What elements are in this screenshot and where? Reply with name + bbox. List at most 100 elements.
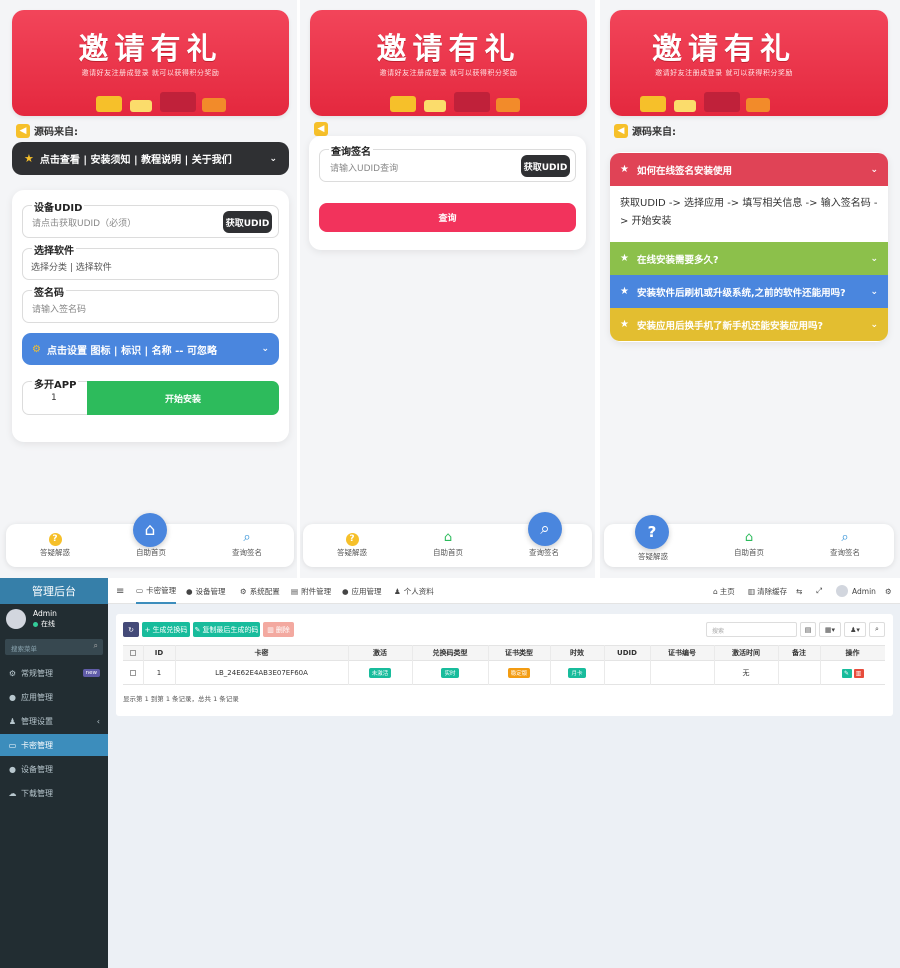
generate-code-button[interactable]: + 生成兑换码 xyxy=(142,622,190,637)
user-name: Admin xyxy=(33,609,57,618)
col-card[interactable]: 卡密 xyxy=(175,645,348,661)
get-udid-button[interactable]: 获取UDID xyxy=(223,211,272,233)
menu-item-downloads[interactable]: ☁ 下载管理 xyxy=(0,782,108,804)
multi-app-input[interactable]: 1 xyxy=(51,393,57,403)
row-checkbox[interactable] xyxy=(123,661,143,685)
menu-item-admin-settings[interactable]: ♟ 管理设置 ‹ xyxy=(0,710,108,732)
info-menu-bar[interactable]: ★ 点击查看 | 安装须知 | 教程说明 | 关于我们 ⌄ xyxy=(12,142,289,175)
tab-attachments[interactable]: ▤ 附件管理 xyxy=(291,578,331,604)
hamburger-icon[interactable]: ≡ xyxy=(116,578,124,604)
col-actions: 操作 xyxy=(845,649,860,657)
column-divider xyxy=(650,645,651,685)
menu-label: 管理设置 xyxy=(21,716,53,726)
top-nav: ≡ ▭ 卡密管理 ● 设备管理 ⚙ 系统配置 ▤ 附件管理 ● 应用管理 ♟ 个… xyxy=(108,578,900,604)
avatar xyxy=(836,585,848,597)
tab-apps[interactable]: ● 应用管理 xyxy=(342,578,382,604)
menu-item-devices[interactable]: ● 设备管理 xyxy=(0,758,108,780)
copy-last-code-button[interactable]: ✎ 复制最后生成的码 xyxy=(193,622,260,637)
tab-devices[interactable]: ● 设备管理 xyxy=(186,578,226,604)
fullscreen-icon[interactable]: ⤢ xyxy=(816,578,822,604)
home-icon: ⌂ xyxy=(744,530,754,545)
gift-box xyxy=(202,98,226,112)
faq-item-3[interactable]: ★ 安装软件后刷机或升级系统,之前的软件还能用吗? ⌄ xyxy=(610,275,888,308)
query-button[interactable]: 查询 xyxy=(319,203,576,232)
col-cert-type[interactable]: 证书类型 xyxy=(488,645,550,661)
menu-item-cards[interactable]: ▭ 卡密管理 xyxy=(0,734,108,756)
faq-item-1[interactable]: ★ 如何在线签名安装使用 ⌄ xyxy=(610,153,888,186)
advanced-settings-bar[interactable]: ⚙ 点击设置 图标 | 标识 | 名称 -- 可忽略 ⌄ xyxy=(22,333,279,365)
tab-home-label: 自助首页 xyxy=(136,548,166,557)
faq-item-2[interactable]: ★ 在线安装需要多久? ⌄ xyxy=(610,242,888,275)
search-toggle-button[interactable]: ⌕ xyxy=(869,622,885,637)
home-link[interactable]: ⌂ 主页 xyxy=(713,578,735,604)
tab-label: 设备管理 xyxy=(195,586,226,596)
faq-item-4[interactable]: ★ 安装应用后换手机了新手机还能安装应用吗? ⌄ xyxy=(610,308,888,341)
refresh-button[interactable]: ↻ xyxy=(123,622,139,637)
coin-stack xyxy=(424,100,446,112)
menu-label: 下载管理 xyxy=(21,788,53,798)
speaker-icon: ◀ xyxy=(614,123,628,138)
source-row: ◀ 源码来自: xyxy=(614,123,676,138)
gift-box xyxy=(704,92,740,112)
query-label: 查询签名 xyxy=(329,143,373,158)
cell-actions: ✎ ▥ xyxy=(820,661,885,685)
invite-banner[interactable]: 邀请有礼 邀请好友注册成登录 就可以获得积分奖励 xyxy=(610,10,888,116)
cogs-icon: ⚙ xyxy=(8,668,17,678)
home-icon: ⌂ xyxy=(443,530,453,545)
menu-item-general[interactable]: ⚙ 常规管理 new xyxy=(0,662,108,684)
col-note[interactable]: 备注 xyxy=(778,645,820,661)
col-udid[interactable]: UDID xyxy=(604,645,650,661)
user-menu[interactable]: Admin xyxy=(836,578,876,604)
gift-box xyxy=(746,98,770,112)
tab-home[interactable]: ⌂ 自助首页 xyxy=(704,524,794,558)
export-button[interactable]: ♟▾ xyxy=(844,622,866,637)
columns-button[interactable]: ▦▾ xyxy=(819,622,841,637)
col-active-time[interactable]: 激活时间 xyxy=(714,645,778,661)
circle-icon: ● xyxy=(9,692,16,702)
clear-cache-button[interactable]: ▥ 清除缓存 xyxy=(748,578,787,604)
invite-banner[interactable]: 邀请有礼 邀请好友注册成登录 就可以获得积分奖励 xyxy=(310,10,587,116)
tab-cards[interactable]: ▭ 卡密管理 xyxy=(136,578,177,604)
invite-banner[interactable]: 邀请有礼 邀请好友注册成登录 就可以获得积分奖励 xyxy=(12,10,289,116)
tab-help[interactable]: ? 答疑解惑 xyxy=(307,524,397,558)
start-install-button[interactable]: 开始安装 xyxy=(87,381,279,415)
cell-udid xyxy=(604,661,650,685)
star-icon: ★ xyxy=(620,319,629,330)
period-badge: 月卡 xyxy=(568,668,586,678)
tab-system-config[interactable]: ⚙ 系统配置 xyxy=(240,578,280,604)
col-cert-no[interactable]: 证书编号 xyxy=(650,645,714,661)
signcode-placeholder: 请输入签名码 xyxy=(32,305,87,315)
toggle-view-button[interactable]: ▤ xyxy=(800,622,816,637)
delete-button[interactable]: ▥ 删除 xyxy=(263,622,294,637)
table-search-input[interactable]: 搜索 xyxy=(706,622,797,637)
language-icon[interactable]: ⇆ xyxy=(796,578,802,604)
question-icon[interactable]: ? xyxy=(635,515,669,549)
column-divider xyxy=(550,645,551,685)
refresh-icon: ↻ xyxy=(128,625,134,634)
edit-icon[interactable]: ✎ xyxy=(841,668,852,678)
delete-row-icon[interactable]: ▥ xyxy=(853,668,864,678)
tab-profile[interactable]: ♟ 个人资料 xyxy=(394,578,434,604)
tab-query[interactable]: ⌕ 查询签名 xyxy=(800,524,890,558)
settings-icon[interactable]: ⚙ xyxy=(885,578,892,604)
menu-search-input[interactable]: 搜索菜单 ⌕ xyxy=(5,639,103,655)
col-id[interactable]: ID xyxy=(143,645,175,661)
search-icon[interactable]: ⌕ xyxy=(528,512,562,546)
col-code-type[interactable]: 兑换码类型 xyxy=(412,645,488,661)
menu-label: 设备管理 xyxy=(21,764,53,774)
generate-code-label: 生成兑换码 xyxy=(152,625,188,634)
col-active[interactable]: 激活 xyxy=(348,645,412,661)
home-icon[interactable]: ⌂ xyxy=(133,513,167,547)
select-all-checkbox[interactable] xyxy=(123,645,143,661)
tab-help[interactable]: ? 答疑解惑 xyxy=(10,524,100,558)
copy-last-code-label: 复制最后生成的码 xyxy=(202,625,259,634)
tab-home[interactable]: ⌂ 自助首页 xyxy=(403,524,493,558)
col-period[interactable]: 时效 xyxy=(550,645,604,661)
source-row: ◀ xyxy=(314,122,332,136)
tab-query[interactable]: ⌕ 查询签名 xyxy=(202,524,292,558)
chevron-left-icon: ‹ xyxy=(96,716,100,726)
get-udid-button[interactable]: 获取UDID xyxy=(521,155,570,177)
menu-item-apps[interactable]: ● 应用管理 xyxy=(0,686,108,708)
type-badge: 实时 xyxy=(441,668,459,678)
faq-question: 安装应用后换手机了新手机还能安装应用吗? xyxy=(636,320,823,332)
